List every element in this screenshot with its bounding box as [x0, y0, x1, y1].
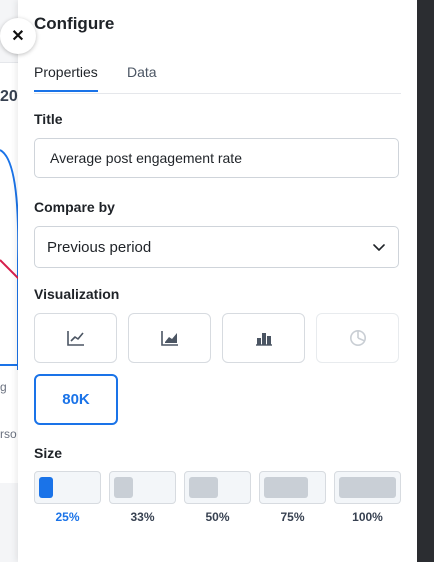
area-chart-icon: [160, 331, 178, 346]
size-preview: [34, 471, 101, 504]
size-option-75[interactable]: 75%: [259, 471, 326, 524]
visualization-options: [34, 313, 401, 365]
background-label-text: rso: [0, 427, 17, 441]
bar-chart-icon: [255, 333, 272, 346]
viz-kpi-button[interactable]: 80K: [34, 374, 118, 425]
size-options: 25% 33% 50% 75% 100%: [34, 471, 401, 531]
size-fill: [264, 477, 308, 498]
size-preview: [184, 471, 251, 504]
viz-line-button[interactable]: [34, 313, 117, 363]
size-option-label: 33%: [130, 510, 155, 524]
compare-by-label: Compare by: [34, 199, 115, 215]
pie-chart-icon: [349, 330, 366, 346]
tab-bar: Properties Data: [34, 60, 401, 94]
viz-pie-button[interactable]: [316, 313, 399, 363]
size-option-33[interactable]: 33%: [109, 471, 176, 524]
size-fill: [39, 477, 53, 498]
configure-panel: Configure Properties Data Title Average …: [18, 0, 417, 562]
title-input-value: Average post engagement rate: [50, 150, 242, 166]
size-option-label: 50%: [205, 510, 230, 524]
size-fill: [189, 477, 218, 498]
chevron-down-icon: [373, 244, 385, 251]
title-input[interactable]: Average post engagement rate: [34, 138, 399, 178]
size-option-label: 25%: [55, 510, 80, 524]
size-option-50[interactable]: 50%: [184, 471, 251, 524]
size-preview: [109, 471, 176, 504]
size-label: Size: [34, 445, 63, 461]
size-option-label: 75%: [280, 510, 305, 524]
compare-by-value: Previous period: [47, 238, 152, 256]
background-chart-lines: [0, 149, 20, 370]
tab-properties[interactable]: Properties: [34, 64, 98, 92]
viz-area-button[interactable]: [128, 313, 211, 363]
background-axis-text: g: [0, 380, 7, 394]
size-option-25[interactable]: 25%: [34, 471, 101, 524]
viz-bar-button[interactable]: [222, 313, 305, 363]
background-year-text: 20: [0, 88, 18, 105]
size-option-label: 100%: [352, 510, 383, 524]
tab-data[interactable]: Data: [127, 64, 157, 80]
title-label: Title: [34, 111, 63, 127]
close-icon: ✕: [11, 28, 25, 45]
size-option-100[interactable]: 100%: [334, 471, 401, 524]
size-preview: [259, 471, 326, 504]
size-fill: [339, 477, 396, 498]
size-fill: [114, 477, 133, 498]
right-edge-strip: [417, 0, 434, 562]
close-button[interactable]: ✕: [0, 18, 36, 54]
visualization-label: Visualization: [34, 286, 120, 302]
line-chart-icon: [66, 331, 84, 346]
compare-by-select[interactable]: Previous period: [34, 226, 399, 268]
size-preview: [334, 471, 401, 504]
panel-title: Configure: [34, 14, 115, 33]
